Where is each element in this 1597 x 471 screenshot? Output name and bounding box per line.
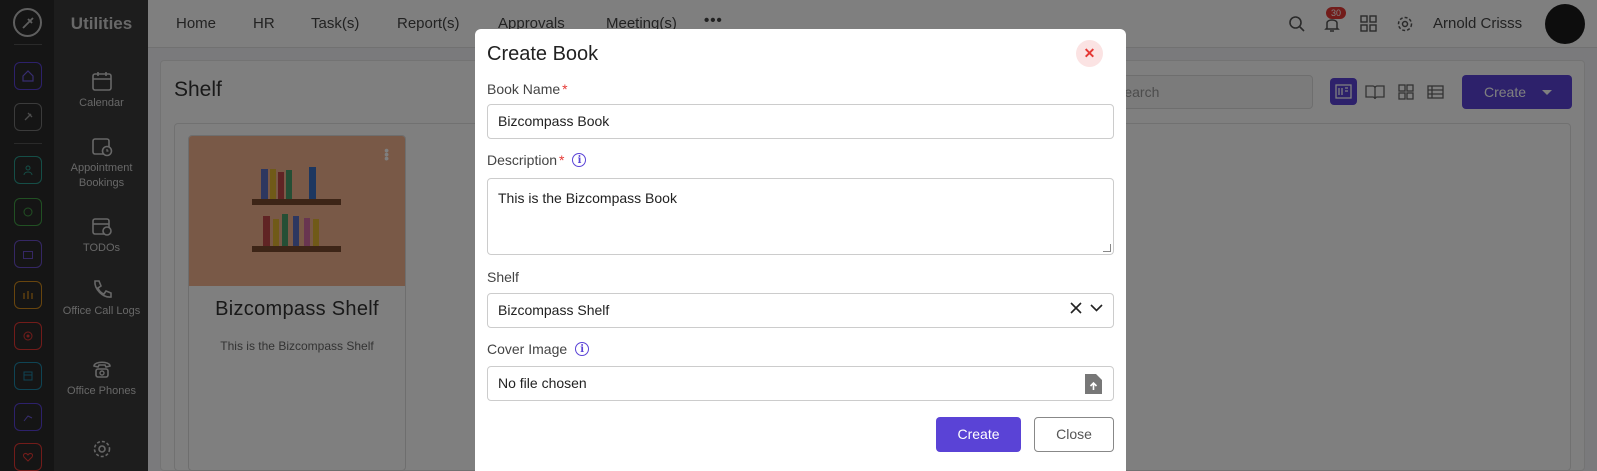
description-text: This is the Bizcompass Book <box>498 190 677 206</box>
description-label-text: Description <box>487 152 558 168</box>
book-name-label: Book Name * <box>487 81 568 97</box>
description-label: Description * i <box>487 152 587 168</box>
shelf-label: Shelf <box>487 269 519 285</box>
required-mark: * <box>562 81 568 97</box>
modal-title: Create Book <box>487 43 599 65</box>
create-button[interactable]: Create <box>936 417 1021 452</box>
info-icon[interactable]: i <box>572 153 587 167</box>
clear-icon[interactable] <box>1070 302 1082 314</box>
file-input-status: No file chosen <box>498 375 587 391</box>
file-upload-icon[interactable] <box>1084 373 1103 395</box>
chevron-down-icon[interactable] <box>1090 304 1103 312</box>
cover-image-label-text: Cover Image <box>487 341 568 357</box>
description-textarea[interactable]: This is the Bizcompass Book <box>487 178 1114 255</box>
shelf-selected-value: Bizcompass Shelf <box>498 302 610 318</box>
required-mark: * <box>559 152 565 168</box>
info-icon[interactable]: i <box>575 342 590 356</box>
close-icon[interactable]: ✕ <box>1076 40 1103 67</box>
create-book-modal: Create Book ✕ Book Name * Bizcompass Boo… <box>475 29 1126 471</box>
close-button[interactable]: Close <box>1034 417 1114 452</box>
cover-image-label: Cover Image i <box>487 341 590 357</box>
resize-handle-icon[interactable] <box>1103 244 1111 252</box>
book-name-label-text: Book Name <box>487 81 561 97</box>
book-name-input[interactable]: Bizcompass Book <box>487 104 1114 139</box>
select-controls <box>1070 302 1103 314</box>
shelf-select[interactable]: Bizcompass Shelf <box>487 293 1114 328</box>
cover-image-file-input[interactable]: No file chosen <box>487 366 1114 401</box>
